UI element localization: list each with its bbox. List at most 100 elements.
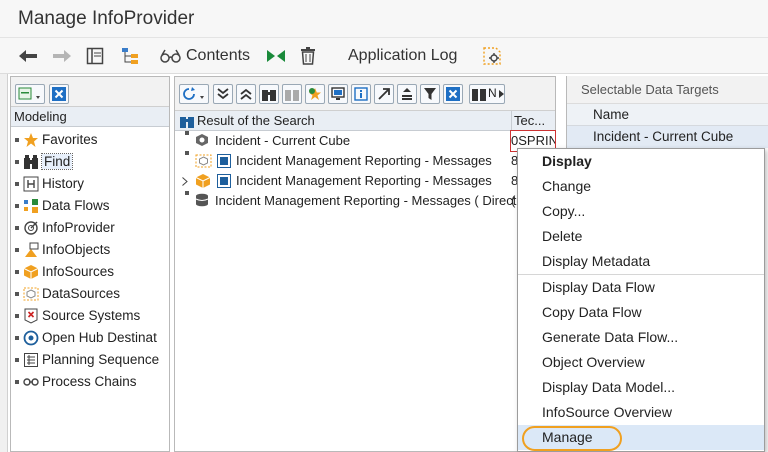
left-edge-strip	[0, 74, 8, 452]
menu-item-infosource-overview[interactable]: InfoSource Overview	[518, 400, 764, 425]
tree-item-label: Planning Sequence	[42, 352, 160, 367]
window-title: Manage InfoProvider	[18, 8, 195, 29]
collapse-all-icon[interactable]	[236, 84, 256, 104]
multiprovider-icon	[217, 154, 231, 168]
tree-item-process-chains[interactable]: Process Chains	[11, 371, 169, 393]
column-result: Result of the Search	[197, 113, 315, 128]
forward-arrow-icon[interactable]	[52, 44, 72, 68]
activate-icon[interactable]	[266, 44, 286, 68]
tree-item-datasources[interactable]: DataSources	[11, 283, 169, 305]
table-row[interactable]: Incident Management Reporting - Messages…	[175, 171, 555, 191]
row-name: Incident Management Reporting - Messages…	[215, 193, 517, 208]
tree-item-infosources[interactable]: InfoSources	[11, 261, 169, 283]
title-bar: Manage InfoProvider	[0, 0, 768, 38]
tree-item-source-systems[interactable]: Source Systems	[11, 305, 169, 327]
trash-icon[interactable]	[300, 44, 316, 68]
tree-item-label: Open Hub Destinat	[42, 330, 157, 345]
chevron-right-icon	[499, 90, 504, 98]
target-row[interactable]: Incident - Current Cube	[567, 126, 768, 148]
tree-item-label: InfoObjects	[42, 242, 111, 257]
process-chain-icon	[23, 378, 39, 387]
close-search-icon[interactable]	[443, 84, 463, 104]
source-system-icon	[24, 308, 38, 324]
infoprovider-icon	[24, 221, 38, 236]
star-icon	[24, 133, 38, 148]
tree-item-infoobjects[interactable]: InfoObjects	[11, 239, 169, 261]
tree-item-label: History	[42, 176, 85, 191]
close-icon[interactable]	[49, 84, 69, 104]
menu-item-delete[interactable]: Delete	[518, 224, 764, 249]
menu-item-copy-data-flow[interactable]: Copy Data Flow	[518, 300, 764, 325]
search-grid-header: Result of the Search Tec...	[175, 111, 555, 131]
view-select-button[interactable]	[15, 84, 45, 104]
row-name: Incident Management Reporting - Messages	[236, 173, 492, 188]
application-log-button[interactable]: Application Log	[348, 44, 457, 68]
menu-item-display-data-model[interactable]: Display Data Model...	[518, 375, 764, 400]
table-row[interactable]: Incident Management Reporting - Messages…	[175, 191, 555, 211]
expand-all-icon[interactable]	[213, 84, 233, 104]
modeling-tree: Favorites Find History Data Flows InfoPr…	[11, 127, 169, 393]
table-row[interactable]: Incident Management Reporting - Messages…	[175, 151, 555, 171]
infosource-icon	[195, 174, 211, 188]
chevron-right-icon[interactable]	[182, 177, 188, 186]
menu-item-change[interactable]: Change	[518, 174, 764, 199]
binoculars-icon	[24, 155, 38, 170]
open-hub-icon	[23, 331, 39, 346]
settings-icon[interactable]	[482, 44, 504, 68]
application-log-label: Application Log	[348, 47, 458, 64]
tree-item-planning-sequence[interactable]: Planning Sequence	[11, 349, 169, 371]
back-arrow-icon[interactable]	[18, 44, 38, 68]
planning-sequence-icon	[24, 353, 38, 368]
menu-item-object-overview[interactable]: Object Overview	[518, 350, 764, 375]
display-toggle-icon[interactable]	[86, 44, 104, 68]
find-icon[interactable]	[259, 84, 279, 104]
menu-item-generate-data-flow[interactable]: Generate Data Flow...	[518, 325, 764, 350]
tree-item-history[interactable]: History	[11, 173, 169, 195]
modeling-toolbar	[11, 77, 169, 107]
datasource-icon	[23, 287, 39, 301]
monitor-icon[interactable]	[328, 84, 348, 104]
modeling-panel: Modeling Favorites Find History Data Flo…	[10, 76, 170, 452]
search-mode-button[interactable]: N	[469, 84, 505, 104]
refresh-button[interactable]	[179, 84, 209, 104]
modeling-header: Modeling	[11, 107, 169, 127]
infoobjects-icon	[25, 242, 39, 258]
context-menu: Display Change Copy... Delete Display Me…	[517, 148, 765, 452]
find-next-icon[interactable]	[282, 84, 302, 104]
tree-item-label: Favorites	[42, 132, 98, 147]
table-row[interactable]: Incident - Current Cube 0SPRIN	[175, 130, 556, 152]
data-targets-title: Selectable Data Targets	[567, 76, 768, 104]
tree-item-data-flows[interactable]: Data Flows	[11, 195, 169, 217]
sort-icon[interactable]	[397, 84, 417, 104]
tree-item-infoprovider[interactable]: InfoProvider	[11, 217, 169, 239]
contents-button[interactable]: Contents	[160, 44, 250, 68]
info-icon[interactable]	[351, 84, 371, 104]
main-toolbar: Contents Application Log	[0, 38, 768, 74]
tree-item-label: InfoSources	[42, 264, 115, 279]
binoculars-icon	[180, 117, 194, 128]
tree-item-favorites[interactable]: Favorites	[11, 129, 169, 151]
data-flow-icon	[24, 199, 38, 214]
jump-icon[interactable]	[374, 84, 394, 104]
tree-item-open-hub[interactable]: Open Hub Destinat	[11, 327, 169, 349]
tree-item-label: Process Chains	[42, 374, 137, 389]
cube-icon	[196, 134, 208, 146]
tree-item-find[interactable]: Find	[11, 151, 169, 173]
search-mode-label: N	[488, 86, 497, 100]
menu-item-display[interactable]: Display	[518, 149, 764, 174]
favorite-add-icon[interactable]	[305, 84, 325, 104]
tree-item-label: Find	[40, 153, 74, 170]
history-icon	[23, 176, 39, 192]
filter-icon[interactable]	[420, 84, 440, 104]
contents-label: Contents	[186, 47, 251, 64]
menu-item-display-data-flow[interactable]: Display Data Flow	[518, 275, 764, 300]
tree-item-label: Source Systems	[42, 308, 141, 323]
menu-item-display-metadata[interactable]: Display Metadata	[518, 249, 764, 274]
hierarchy-icon[interactable]	[120, 44, 140, 68]
column-tech: Tec...	[511, 111, 557, 131]
menu-item-copy[interactable]: Copy...	[518, 199, 764, 224]
infosource-icon	[23, 265, 39, 280]
database-icon	[195, 193, 209, 207]
manage-highlight-ring	[522, 426, 622, 451]
tree-item-label: DataSources	[42, 286, 121, 301]
